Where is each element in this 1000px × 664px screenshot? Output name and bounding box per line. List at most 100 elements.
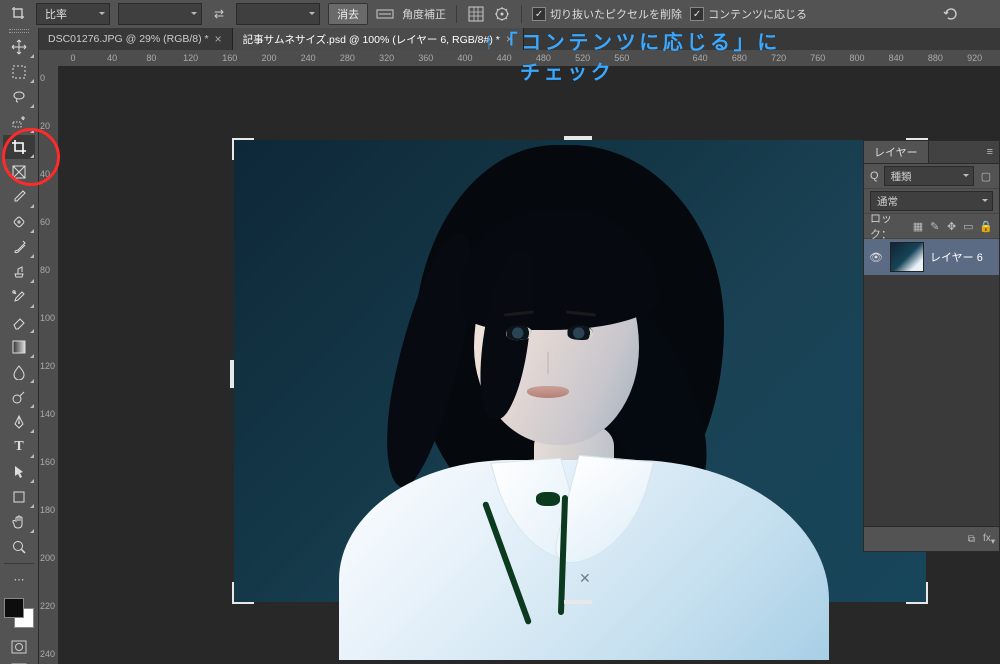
lock-label: ロック： xyxy=(870,210,907,242)
crop-tool-preset-icon[interactable] xyxy=(10,5,28,23)
ruler-tick: 920 xyxy=(967,53,982,63)
ruler-tick: 60 xyxy=(40,217,50,227)
color-swatches[interactable] xyxy=(4,598,34,628)
document-tab[interactable]: DSC01276.JPG @ 29% (RGB/8) * × xyxy=(38,28,233,50)
healing-brush-tool[interactable] xyxy=(3,210,35,234)
canvas-area[interactable]: ✕ xyxy=(58,66,1000,664)
brush-tool[interactable] xyxy=(3,235,35,259)
crop-handle-br[interactable] xyxy=(906,582,928,604)
ruler-tick: 20 xyxy=(40,121,50,131)
blend-mode-combo[interactable]: 通常 xyxy=(870,191,993,211)
path-selection-tool[interactable] xyxy=(3,460,35,484)
delete-pixels-label: 切り抜いたピクセルを削除 xyxy=(550,6,682,22)
zoom-tool[interactable] xyxy=(3,535,35,559)
type-tool[interactable]: T xyxy=(3,435,35,459)
ruler-origin[interactable] xyxy=(38,50,59,67)
tools-panel: T ⋯ xyxy=(0,28,39,664)
document-tab[interactable]: 記事サムネサイズ.psd @ 100% (レイヤー 6, RGB/8#) * × xyxy=(233,28,524,50)
crop-handle-tl[interactable] xyxy=(232,138,254,160)
crop-settings-icon[interactable] xyxy=(493,5,511,23)
straighten-icon[interactable] xyxy=(376,5,394,23)
content-aware-checkbox[interactable]: コンテンツに応じる xyxy=(690,6,807,22)
panel-menu-icon[interactable]: ≡ xyxy=(981,146,999,158)
panel-grip[interactable] xyxy=(0,28,38,34)
ruler-tick: 100 xyxy=(40,313,55,323)
layer-visibility-icon[interactable]: 👁 xyxy=(868,251,884,264)
crop-overlay-icon[interactable] xyxy=(467,5,485,23)
lasso-tool[interactable] xyxy=(3,85,35,109)
ruler-tick: 800 xyxy=(849,53,864,63)
reset-crop-icon[interactable] xyxy=(942,5,960,23)
layer-fx-icon[interactable]: fx▾ xyxy=(983,533,995,546)
layer-thumbnail[interactable] xyxy=(890,242,924,272)
history-brush-tool[interactable] xyxy=(3,285,35,309)
ruler-tick: 320 xyxy=(379,53,394,63)
quick-mask-icon[interactable] xyxy=(3,636,35,658)
pen-tool[interactable] xyxy=(3,410,35,434)
crop-width-field[interactable] xyxy=(118,3,202,25)
ruler-tick: 440 xyxy=(497,53,512,63)
options-bar: 比率 ⇄ 消去 角度補正 切り抜いたピクセルを削除 コンテンツに応じる xyxy=(0,0,1000,29)
frame-tool[interactable] xyxy=(3,160,35,184)
close-tab-icon[interactable]: × xyxy=(215,32,222,46)
lock-row: ロック： ▦ ✎ ✥ ▭ 🔒 xyxy=(864,214,999,239)
dodge-tool[interactable] xyxy=(3,385,35,409)
crop-handle-left[interactable] xyxy=(230,360,234,388)
document-canvas[interactable]: ✕ xyxy=(234,140,926,602)
ruler-tick: 520 xyxy=(575,53,590,63)
crop-handle-top[interactable] xyxy=(564,136,592,140)
screen-mode-icon[interactable] xyxy=(3,659,35,664)
ruler-tick: 200 xyxy=(261,53,276,63)
vertical-ruler[interactable]: 020406080100120140160180200220240 xyxy=(38,66,59,664)
clone-stamp-tool[interactable] xyxy=(3,260,35,284)
panel-footer: ⧉ fx▾ xyxy=(864,526,999,551)
move-tool[interactable] xyxy=(3,35,35,59)
content-aware-label: コンテンツに応じる xyxy=(708,6,807,22)
layer-name[interactable]: レイヤー 6 xyxy=(930,249,983,265)
link-layers-icon[interactable]: ⧉ xyxy=(968,534,975,545)
hand-tool[interactable] xyxy=(3,510,35,534)
foreground-color[interactable] xyxy=(4,598,24,618)
delete-cropped-pixels-checkbox[interactable]: 切り抜いたピクセルを削除 xyxy=(532,6,682,22)
marquee-tool[interactable] xyxy=(3,60,35,84)
horizontal-ruler[interactable]: 0408012016020024028032036040044048052056… xyxy=(58,50,1000,67)
clear-button[interactable]: 消去 xyxy=(328,3,368,25)
eraser-tool[interactable] xyxy=(3,310,35,334)
layer-filter-row: Q 種類 ▢ xyxy=(864,164,999,189)
ruler-tick: 180 xyxy=(40,505,55,515)
gradient-tool[interactable] xyxy=(3,335,35,359)
lock-transparency-icon[interactable]: ▦ xyxy=(912,219,924,233)
crop-handle-bottom[interactable] xyxy=(564,600,592,604)
ruler-tick: 160 xyxy=(222,53,237,63)
ruler-tick: 120 xyxy=(183,53,198,63)
crop-handle-bl[interactable] xyxy=(232,582,254,604)
ruler-tick: 680 xyxy=(732,53,747,63)
crop-height-field[interactable] xyxy=(236,3,320,25)
lock-artboard-icon[interactable]: ▭ xyxy=(962,219,974,233)
ruler-tick: 200 xyxy=(40,553,55,563)
blend-mode-row: 通常 xyxy=(864,189,999,214)
edit-toolbar-icon[interactable]: ⋯ xyxy=(3,568,35,590)
shape-tool[interactable] xyxy=(3,485,35,509)
blur-tool[interactable] xyxy=(3,360,35,384)
swap-dimensions-icon[interactable]: ⇄ xyxy=(210,7,228,21)
layers-tab[interactable]: レイヤー xyxy=(864,141,929,163)
ratio-preset-combo[interactable]: 比率 xyxy=(36,3,110,25)
lock-pixels-icon[interactable]: ✎ xyxy=(929,219,941,233)
ruler-tick: 160 xyxy=(40,457,55,467)
lock-all-icon[interactable]: 🔒 xyxy=(979,219,993,233)
filter-pixel-icon[interactable]: ▢ xyxy=(979,169,993,183)
eyedropper-tool[interactable] xyxy=(3,185,35,209)
layer-filter-combo[interactable]: 種類 xyxy=(884,166,974,186)
panel-header: レイヤー ≡ xyxy=(864,141,999,164)
straighten-label: 角度補正 xyxy=(402,6,446,22)
close-tab-icon[interactable]: × xyxy=(506,32,513,46)
ruler-tick: 640 xyxy=(693,53,708,63)
ruler-tick: 400 xyxy=(457,53,472,63)
quick-selection-tool[interactable] xyxy=(3,110,35,134)
lock-position-icon[interactable]: ✥ xyxy=(946,219,958,233)
layer-row[interactable]: 👁 レイヤー 6 xyxy=(864,239,999,275)
checkbox-box-icon xyxy=(532,7,546,21)
layers-empty-area xyxy=(864,275,999,526)
crop-tool[interactable] xyxy=(3,135,35,159)
